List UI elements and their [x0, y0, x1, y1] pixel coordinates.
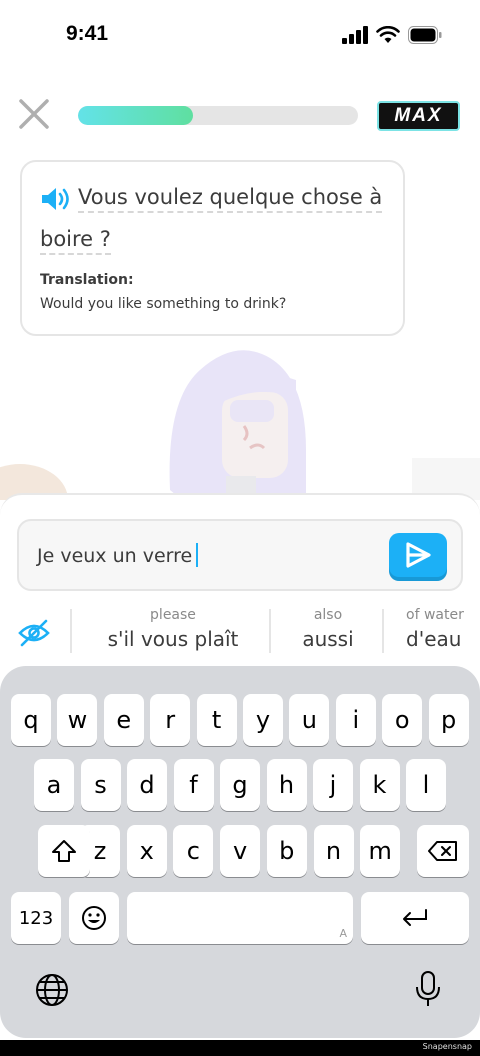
prompt-line-1[interactable]: Vous voulez quelque chose à — [78, 185, 383, 213]
suggestion-chip[interactable]: please s'il vous plaît — [90, 607, 256, 651]
key-v[interactable]: v — [220, 825, 261, 877]
submit-button[interactable] — [389, 533, 447, 577]
key-k[interactable]: k — [359, 759, 400, 811]
key-x[interactable]: x — [126, 825, 167, 877]
key-n[interactable]: n — [313, 825, 354, 877]
key-c[interactable]: c — [173, 825, 214, 877]
space-key[interactable]: A — [127, 892, 353, 944]
answer-text[interactable]: Je veux un verre — [37, 543, 199, 567]
key-t[interactable]: t — [196, 694, 237, 746]
emoji-key[interactable] — [69, 892, 119, 944]
backspace-key[interactable] — [417, 825, 469, 877]
key-m[interactable]: m — [360, 825, 401, 877]
backspace-icon — [428, 841, 457, 861]
status-icons — [342, 26, 442, 44]
return-icon — [403, 909, 427, 926]
prompt-line-2[interactable]: boire ? — [40, 227, 111, 255]
bottom-strip — [0, 1040, 480, 1056]
key-y[interactable]: y — [243, 694, 283, 746]
key-o[interactable]: o — [382, 694, 423, 746]
suggestion-divider — [269, 609, 271, 653]
key-w[interactable]: w — [57, 694, 98, 746]
lesson-progress-bar — [78, 106, 358, 125]
key-p[interactable]: p — [428, 694, 469, 746]
prompt-sentence[interactable]: Vous voulez quelque chose à boire ? — [40, 176, 390, 260]
watermark: Snapensnap — [422, 1042, 472, 1051]
microphone-icon[interactable] — [414, 970, 442, 1008]
word-suggestions: please s'il vous plaît also aussi of wat… — [0, 599, 480, 661]
key-i[interactable]: i — [335, 694, 376, 746]
key-s[interactable]: s — [80, 759, 121, 811]
shift-icon — [52, 840, 76, 862]
on-screen-keyboard: qwertyuiop asdfghjkl zxcvbnm 123 A — [0, 666, 480, 1038]
suggestion-divider — [382, 609, 384, 653]
numbers-key[interactable]: 123 — [11, 892, 61, 944]
cellular-signal-icon — [342, 26, 368, 44]
key-e[interactable]: e — [103, 694, 144, 746]
key-d[interactable]: d — [127, 759, 167, 811]
key-u[interactable]: u — [289, 694, 330, 746]
shift-key[interactable] — [38, 825, 90, 877]
send-arrow-icon — [406, 542, 431, 568]
key-a[interactable]: a — [34, 759, 74, 811]
wifi-icon — [376, 26, 400, 43]
answer-input[interactable]: Je veux un verre — [17, 519, 463, 591]
key-b[interactable]: b — [266, 825, 307, 877]
close-icon[interactable] — [16, 96, 52, 132]
status-time: 9:41 — [66, 22, 109, 45]
key-q[interactable]: q — [11, 694, 51, 746]
suggestion-chip[interactable]: of water d'eau — [406, 607, 480, 651]
space-key-hint: A — [339, 927, 347, 940]
hide-hints-eye-icon[interactable] — [18, 619, 50, 647]
key-h[interactable]: h — [266, 759, 307, 811]
key-j[interactable]: j — [313, 759, 353, 811]
status-bar: 9:41 — [0, 0, 480, 72]
key-g[interactable]: g — [220, 759, 260, 811]
translation-text: Would you like something to drink? — [40, 296, 287, 312]
return-key[interactable] — [361, 892, 469, 944]
prompt-card: Vous voulez quelque chose à boire ? Tran… — [20, 160, 405, 336]
battery-icon — [408, 26, 442, 44]
globe-icon[interactable] — [34, 972, 70, 1008]
translation-label: Translation: — [40, 272, 134, 288]
key-f[interactable]: f — [173, 759, 214, 811]
text-caret — [196, 543, 199, 567]
max-badge[interactable]: MAX — [377, 101, 460, 131]
key-l[interactable]: l — [406, 759, 446, 811]
emoji-icon — [82, 906, 106, 930]
lesson-progress-fill — [78, 106, 193, 125]
character-illustration — [0, 350, 480, 500]
key-r[interactable]: r — [150, 694, 191, 746]
suggestion-chip[interactable]: also aussi — [286, 607, 370, 651]
suggestion-divider — [70, 609, 72, 653]
